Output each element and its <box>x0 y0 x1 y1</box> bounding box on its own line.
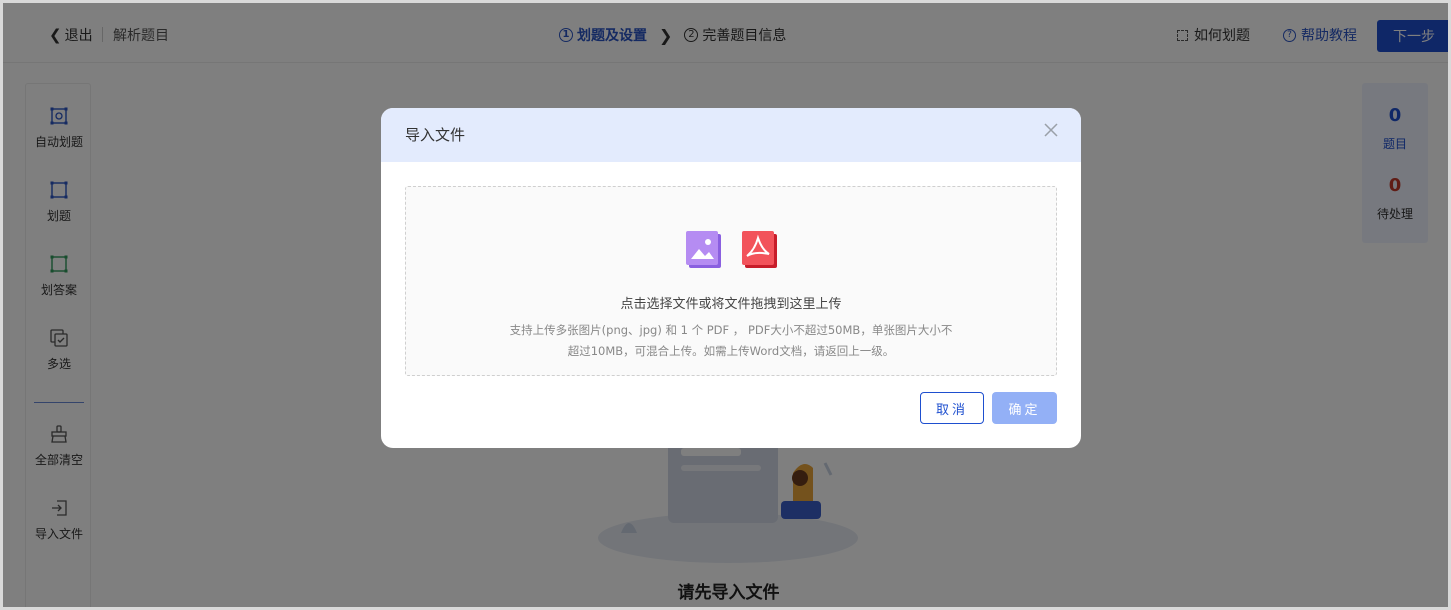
close-icon[interactable] <box>1042 121 1060 139</box>
pdf-file-icon <box>742 231 777 268</box>
dialog-title: 导入文件 <box>405 126 466 144</box>
upload-hint-line-2: 超过10MB，可混合上传。如需上传Word文档，请返回上一级。 <box>567 344 895 358</box>
file-type-icons <box>686 231 777 268</box>
image-file-icon <box>686 231 721 268</box>
import-file-dialog: 导入文件 点击选择文件或将文件拖拽到这里上传 支持上传多张图片(png、jpg)… <box>381 108 1081 448</box>
confirm-button[interactable]: 确定 <box>992 392 1057 424</box>
upload-hint: 支持上传多张图片(png、jpg) 和 1 个 PDF ， PDF大小不超过50… <box>486 320 976 362</box>
upload-dropzone[interactable]: 点击选择文件或将文件拖拽到这里上传 支持上传多张图片(png、jpg) 和 1 … <box>405 186 1057 376</box>
dialog-header: 导入文件 <box>381 108 1081 162</box>
app-window: ❮ 退出 解析题目 1 划题及设置 ❯ 2 完善题目信息 如何划题 ? 帮助教程… <box>0 0 1451 610</box>
upload-hint-line-1: 支持上传多张图片(png、jpg) 和 1 个 PDF ， PDF大小不超过50… <box>509 323 953 337</box>
cancel-button[interactable]: 取消 <box>920 392 984 424</box>
upload-instruction: 点击选择文件或将文件拖拽到这里上传 <box>620 297 842 312</box>
